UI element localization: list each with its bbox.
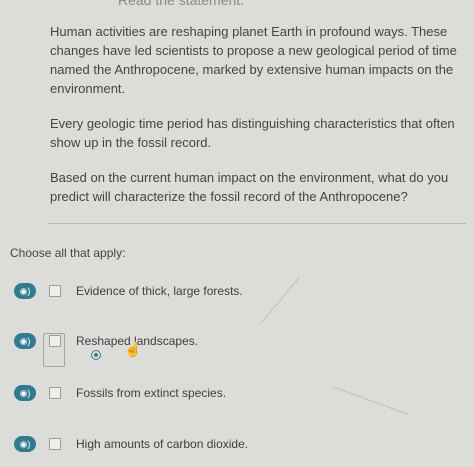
focus-outline — [43, 333, 65, 367]
passage-paragraph-1: Human activities are reshaping planet Ea… — [50, 24, 457, 96]
audio-icon[interactable]: ◉) — [14, 333, 36, 349]
passage-paragraph-3: Based on the current human impact on the… — [50, 170, 449, 204]
answer-option-2[interactable]: ◉) Reshaped landscapes. — [14, 330, 198, 352]
audio-icon[interactable]: ◉) — [14, 283, 36, 299]
option-label: Evidence of thick, large forests. — [76, 284, 243, 298]
answer-option-3[interactable]: ◉) Fossils from extinct species. — [14, 382, 226, 404]
target-dot-icon — [91, 350, 101, 360]
checkbox[interactable] — [49, 285, 61, 297]
option-label: High amounts of carbon dioxide. — [76, 437, 249, 451]
divider — [48, 223, 466, 224]
audio-icon[interactable]: ◉) — [14, 385, 36, 401]
answer-option-1[interactable]: ◉) Evidence of thick, large forests. — [14, 280, 243, 302]
hand-pointer-icon: ☝ — [124, 341, 142, 357]
checkbox[interactable] — [49, 387, 61, 399]
screen-scratch — [260, 277, 300, 324]
option-label: Fossils from extinct species. — [76, 386, 227, 400]
passage: Human activities are reshaping planet Ea… — [50, 22, 470, 222]
checkbox[interactable] — [49, 438, 61, 450]
answer-option-4[interactable]: ◉) High amounts of carbon dioxide. — [14, 433, 248, 455]
passage-paragraph-2: Every geologic time period has distingui… — [50, 116, 455, 150]
instruction-heading-cut: Read the statement. — [118, 0, 245, 8]
audio-icon[interactable]: ◉) — [14, 436, 36, 452]
question-prompt: Choose all that apply: — [10, 246, 126, 260]
screen-scratch — [332, 386, 408, 415]
